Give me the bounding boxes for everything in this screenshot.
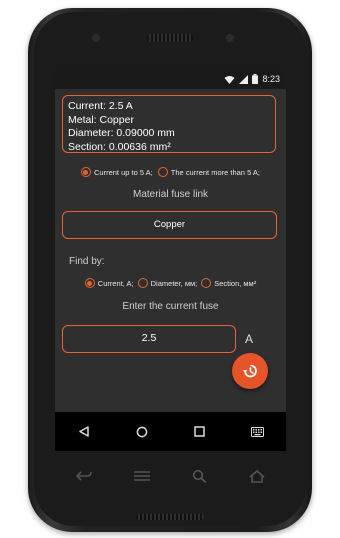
radio-find-current[interactable]: Current, A; — [84, 278, 134, 288]
radio-unselected-icon — [201, 278, 212, 288]
radio-label: Section, мм² — [214, 278, 257, 288]
radio-unselected-icon — [137, 278, 148, 288]
sensor-icon — [92, 34, 100, 42]
radio-unselected-icon — [157, 167, 168, 177]
nav-recents-button[interactable] — [187, 420, 211, 444]
signal-icon — [239, 74, 249, 84]
back-hw-icon[interactable] — [75, 470, 93, 482]
unit-label: A — [245, 332, 254, 346]
material-select[interactable]: Copper — [62, 211, 277, 239]
hardware-keys — [55, 458, 286, 494]
result-section: Section: 0.00636 mm² — [68, 140, 171, 153]
search-hw-icon[interactable] — [192, 469, 208, 483]
wifi-icon — [224, 75, 235, 84]
radio-find-section[interactable]: Section, мм² — [201, 278, 256, 288]
earpiece-speaker — [147, 34, 193, 42]
app-content: Current: 2.5 A Metal: Copper Diameter: 0… — [55, 89, 286, 412]
result-metal: Metal: Copper — [68, 113, 134, 126]
result-panel: Current: 2.5 A Metal: Copper Diameter: 0… — [62, 95, 276, 153]
result-current: Current: 2.5 A — [68, 100, 133, 112]
radio-selected-icon — [84, 278, 95, 288]
find-by-group: Current, A; Diameter, мм; Section, мм² — [55, 278, 286, 288]
nav-home-button[interactable] — [130, 420, 154, 444]
radio-label: Diameter, мм; — [150, 278, 198, 288]
home-icon — [136, 426, 147, 437]
keyboard-icon — [250, 426, 264, 437]
history-icon — [242, 364, 257, 378]
back-icon — [79, 426, 89, 437]
screen: 8:23 Current: 2.5 A Metal: Copper Diamet… — [55, 71, 286, 451]
current-range-group: Current up to 5 A; The current more than… — [55, 167, 286, 177]
bottom-speaker — [136, 514, 204, 520]
nav-keyboard-button[interactable] — [245, 420, 269, 444]
status-time: 8:23 — [262, 74, 280, 84]
history-button[interactable] — [232, 353, 268, 389]
find-by-label: Find by: — [69, 256, 105, 267]
front-camera-icon — [226, 34, 234, 42]
menu-hw-icon[interactable] — [133, 470, 151, 482]
current-input[interactable]: 2.5 — [62, 325, 236, 353]
input-label: Enter the current fuse — [122, 301, 219, 312]
radio-label: Current up to 5 A; — [93, 167, 153, 177]
battery-icon — [252, 74, 259, 84]
radio-label: Current, A; — [97, 278, 134, 288]
nav-back-button[interactable] — [72, 420, 96, 444]
radio-label: The current more than 5 A; — [170, 167, 260, 177]
radio-current-up-to-5a[interactable]: Current up to 5 A; — [80, 167, 153, 177]
status-bar: 8:23 — [55, 71, 286, 89]
result-diameter: Diameter: 0.09000 mm — [68, 127, 175, 139]
radio-find-diameter[interactable]: Diameter, мм; — [137, 278, 198, 288]
navigation-bar — [55, 412, 286, 451]
radio-current-more-than-5a[interactable]: The current more than 5 A; — [157, 167, 260, 177]
radio-selected-icon — [80, 167, 91, 177]
material-label: Material fuse link — [132, 189, 209, 200]
home-hw-icon[interactable] — [248, 469, 266, 483]
recents-icon — [194, 426, 205, 437]
